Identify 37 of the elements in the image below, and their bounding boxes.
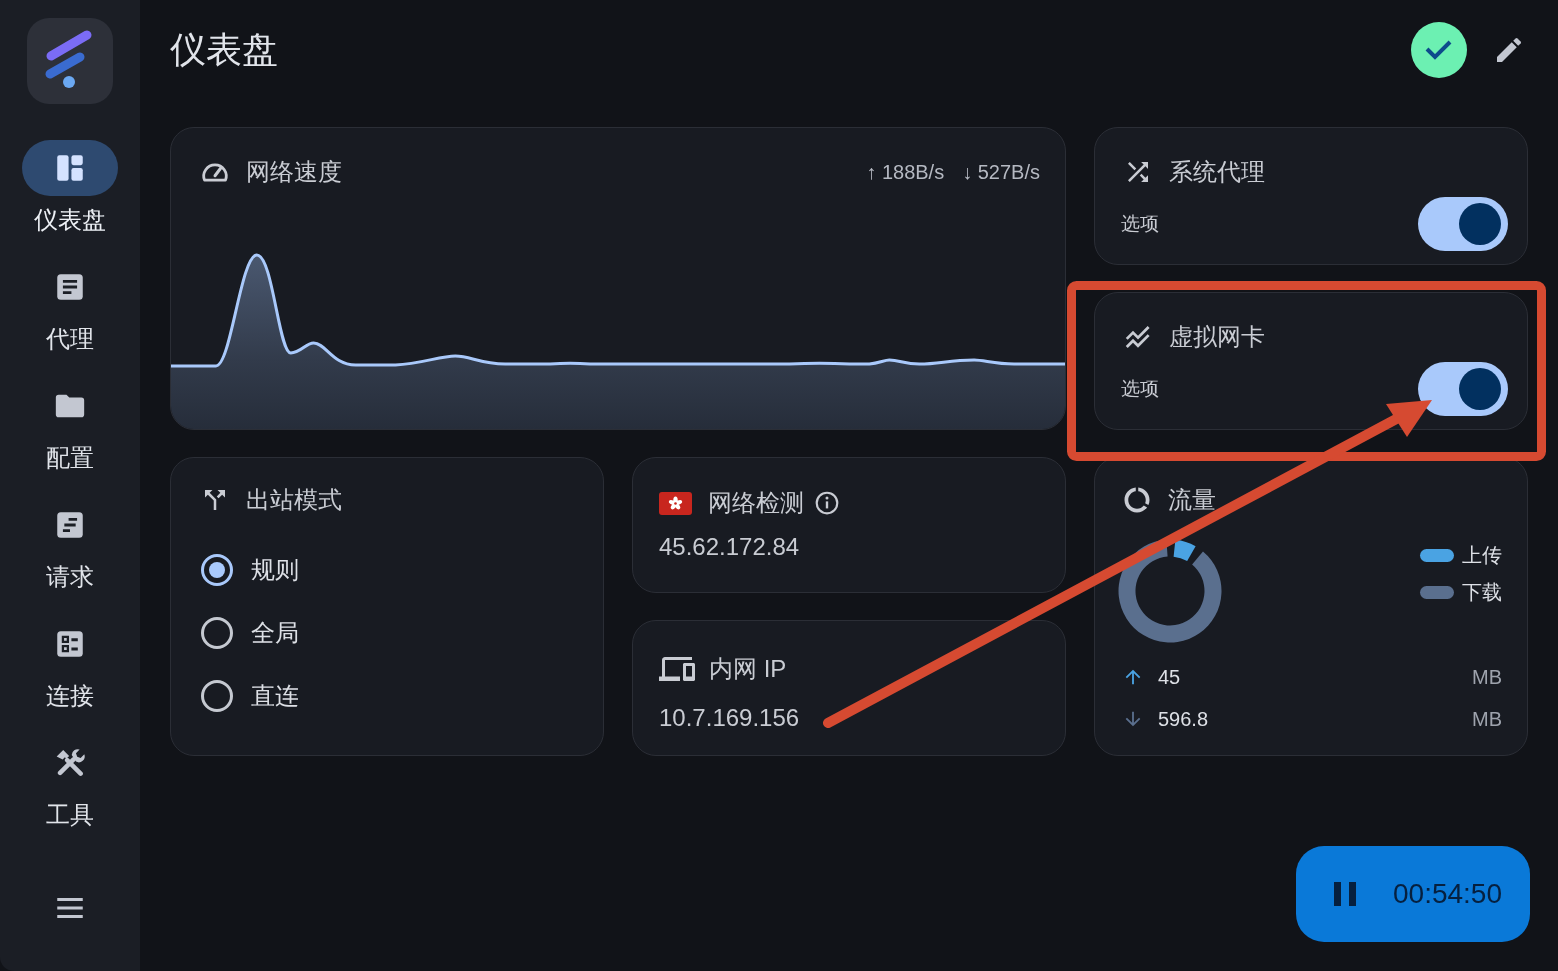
nav-item[interactable]: 配置: [20, 378, 120, 470]
ip-address: 10.7.169.156: [659, 703, 800, 733]
page-title: 仪表盘: [170, 30, 278, 70]
pause-icon: [1334, 882, 1356, 906]
download-speed: ↓ 527B/s: [962, 160, 1040, 185]
ip-address: 45.62.172.84: [659, 532, 800, 562]
traffic-value: 596.8: [1158, 707, 1209, 732]
option-label: 选项: [1121, 212, 1159, 236]
card-title: 内网 IP: [709, 654, 787, 684]
check-icon[interactable]: [1411, 22, 1467, 78]
traffic-unit: MB: [1472, 707, 1502, 732]
flag-icon: [659, 491, 692, 515]
toggle-switch[interactable]: [1418, 197, 1508, 251]
traffic-unit: MB: [1472, 665, 1502, 690]
card-title: 系统代理: [1169, 157, 1265, 187]
upload-speed: ↑ 188B/s: [866, 160, 945, 185]
toggle-switch[interactable]: [1418, 362, 1508, 416]
logo-icon[interactable]: [27, 18, 113, 104]
card-title: 虚拟网卡: [1169, 322, 1265, 352]
radio-option[interactable]: 全局: [201, 617, 299, 649]
timer-button[interactable]: 00:54:50: [1296, 846, 1530, 942]
option-label: 选项: [1121, 377, 1159, 401]
nav-item[interactable]: 代理: [20, 259, 120, 351]
radio-option[interactable]: 直连: [201, 680, 299, 712]
radio-option[interactable]: 规则: [201, 554, 299, 586]
legend-label: 下载: [1462, 580, 1502, 605]
info-icon[interactable]: [814, 490, 840, 516]
ring-chart-icon: [1122, 485, 1152, 515]
nav-item[interactable]: 连接: [20, 616, 120, 708]
card-title: 网络检测: [708, 488, 804, 518]
card-title: 网络速度: [246, 157, 342, 187]
legend-label: 上传: [1462, 543, 1502, 568]
nav-item[interactable]: 工具: [20, 735, 120, 827]
traffic-value: 45: [1158, 665, 1181, 690]
nav-item[interactable]: 请求: [20, 497, 120, 589]
card-title: 流量: [1168, 485, 1216, 515]
card-title: 出站模式: [246, 485, 342, 515]
